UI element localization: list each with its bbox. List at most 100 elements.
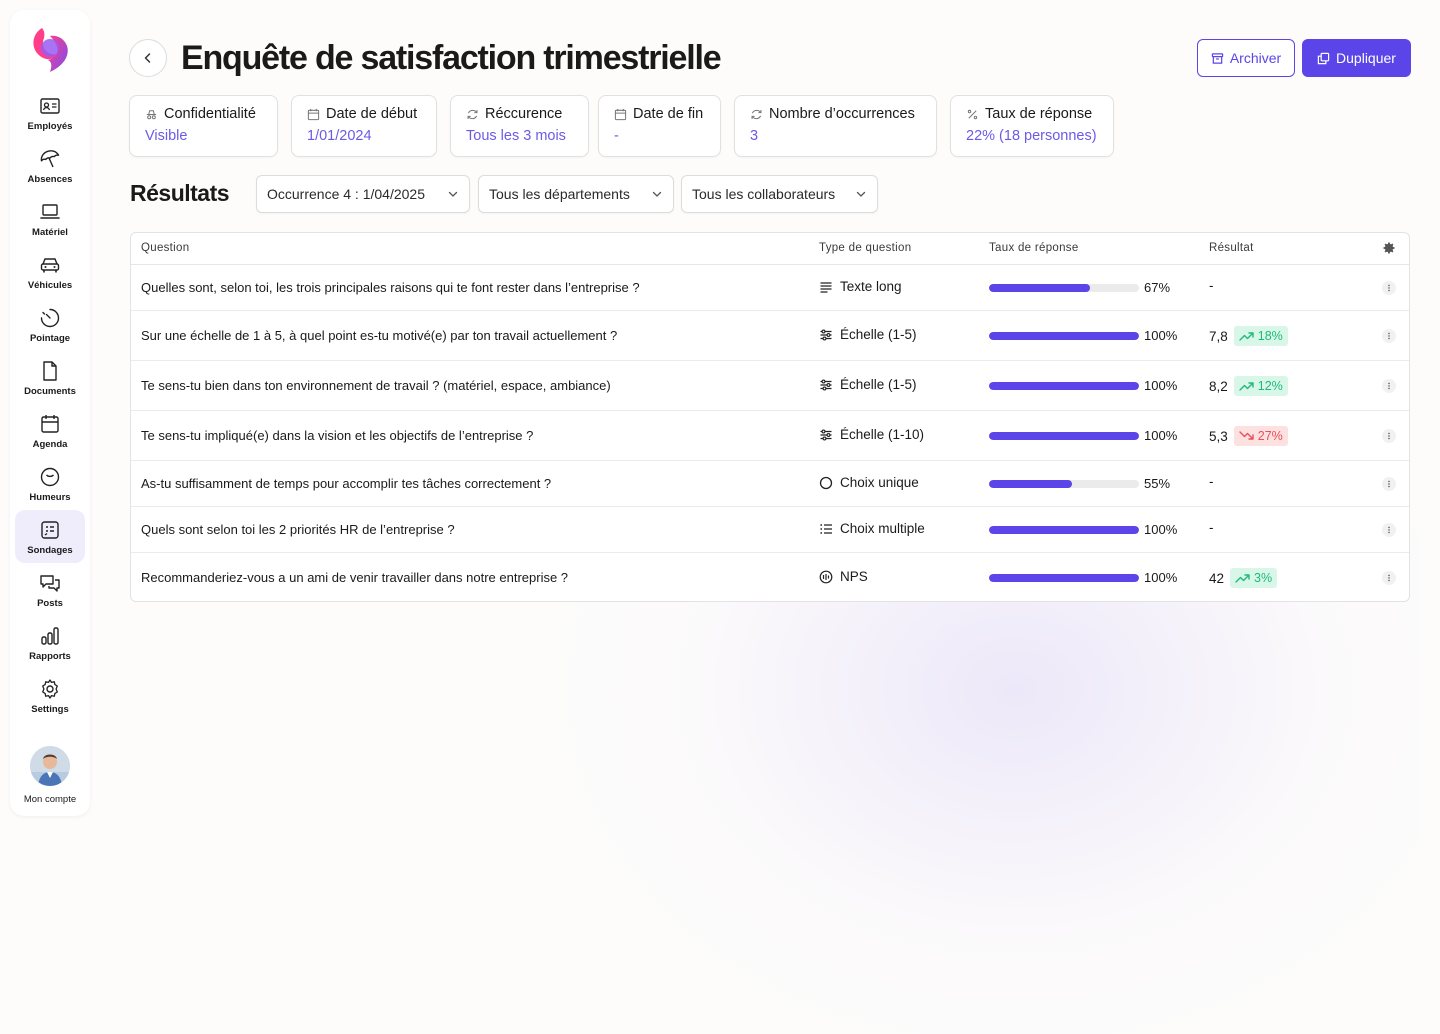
collaborator-select[interactable]: Tous les collaborateurs (681, 175, 878, 213)
trend-badge: 27% (1233, 426, 1288, 446)
row-more-button[interactable] (1382, 477, 1396, 491)
calendar-icon (614, 108, 627, 120)
result-value: 7,8 (1209, 328, 1228, 344)
avatar (30, 746, 70, 786)
table-header: Question Type de question Taux de répons… (131, 233, 1409, 265)
response-rate-value: 55% (1144, 476, 1171, 491)
more-vertical-icon (1388, 284, 1390, 292)
app-logo[interactable] (28, 26, 72, 72)
result-value: 42 (1209, 570, 1225, 586)
sidebar: Employés Absences Matériel Véhicules Pointag… (10, 10, 90, 816)
sliders-icon (820, 379, 832, 390)
gear-icon (42, 678, 58, 699)
list-icon (820, 523, 832, 534)
sidebar-item-label: Rapports (29, 650, 71, 662)
col-rate: Taux de réponse (989, 242, 1079, 254)
sidebar-item-sondages[interactable]: Sondages (15, 510, 85, 563)
response-rate-fill (989, 432, 1139, 440)
results-table: Question Type de question Taux de répons… (130, 232, 1410, 602)
collaborator-select-value: Tous les collaborateurs (692, 186, 836, 202)
question-type-label: Échelle (1-5) (840, 327, 917, 342)
laptop-icon (40, 203, 60, 219)
text-lines-icon (820, 281, 832, 293)
sidebar-item-materiel[interactable]: Matériel (15, 192, 85, 245)
table-row[interactable]: Quels sont selon toi les 2 priorités HR … (131, 507, 1409, 553)
question-type-label: Choix multiple (840, 521, 925, 536)
sidebar-item-label: Humeurs (29, 491, 71, 503)
gear-icon[interactable] (1382, 241, 1396, 255)
department-select-value: Tous les départements (489, 186, 630, 202)
account-menu[interactable]: Mon compte (24, 746, 76, 805)
refresh-icon (751, 109, 762, 119)
info-card-value: - (614, 128, 619, 144)
sidebar-item-absences[interactable]: Absences (15, 139, 85, 192)
response-rate-fill (989, 332, 1139, 340)
info-card-value: 3 (750, 128, 759, 144)
more-vertical-icon (1388, 480, 1390, 488)
chevron-left-icon (144, 53, 151, 63)
question-type: Texte long (819, 279, 902, 294)
sidebar-item-pointage[interactable]: Pointage (15, 298, 85, 351)
sidebar-item-documents[interactable]: Documents (15, 351, 85, 404)
response-rate-value: 100% (1144, 328, 1178, 343)
occurrence-select[interactable]: Occurrence 4 : 1/04/2025 (256, 175, 470, 213)
sidebar-item-humeurs[interactable]: Humeurs (15, 457, 85, 510)
more-vertical-icon (1388, 574, 1390, 582)
chevron-down-icon (856, 191, 866, 197)
chat-icon (40, 574, 60, 592)
more-vertical-icon (1388, 332, 1390, 340)
refresh-icon (467, 109, 478, 119)
duplicate-button[interactable]: Dupliquer (1302, 39, 1411, 77)
response-rate-value: 67% (1144, 280, 1171, 295)
table-row[interactable]: Sur une échelle de 1 à 5, à quel point e… (131, 311, 1409, 361)
response-rate-bar (989, 574, 1139, 582)
response-rate-value: 100% (1144, 428, 1178, 443)
col-question: Question (141, 242, 190, 254)
sidebar-item-settings[interactable]: Settings (15, 669, 85, 722)
sidebar-item-employes[interactable]: Employés (15, 86, 85, 139)
row-more-button[interactable] (1382, 571, 1396, 585)
result-cell: - (1209, 278, 1214, 293)
trend-badge: 12% (1233, 376, 1288, 396)
question-type: Échelle (1-10) (819, 427, 924, 442)
sidebar-item-vehicules[interactable]: Véhicules (15, 245, 85, 298)
sidebar-item-label: Absences (27, 173, 73, 185)
question-type-label: Choix unique (840, 475, 919, 490)
trend-value: 27% (1257, 429, 1283, 443)
table-row[interactable]: Te sens-tu bien dans ton environnement d… (131, 361, 1409, 411)
response-rate-bar (989, 480, 1139, 488)
sidebar-item-rapports[interactable]: Rapports (15, 616, 85, 669)
table-row[interactable]: Te sens-tu impliqué(e) dans la vision et… (131, 411, 1409, 461)
row-more-button[interactable] (1382, 379, 1396, 393)
result-value: 5,3 (1209, 428, 1228, 444)
question-text: Te sens-tu impliqué(e) dans la vision et… (141, 428, 534, 443)
question-type-label: Texte long (840, 279, 902, 294)
sidebar-item-agenda[interactable]: Agenda (15, 404, 85, 457)
trend-value: 12% (1257, 379, 1283, 393)
row-more-button[interactable] (1382, 523, 1396, 537)
trend-up-icon (1239, 382, 1254, 391)
sidebar-item-label: Véhicules (27, 279, 73, 291)
trend-value: 18% (1257, 329, 1283, 343)
sidebar-item-posts[interactable]: Posts (15, 563, 85, 616)
question-type: Choix unique (819, 475, 919, 490)
page-title: Enquête de satisfaction trimestrielle (181, 39, 722, 77)
archive-button[interactable]: Archiver (1197, 39, 1295, 77)
table-row[interactable]: As-tu suffisamment de temps pour accompl… (131, 461, 1409, 507)
department-select[interactable]: Tous les départements (478, 175, 674, 213)
response-rate-bar (989, 526, 1139, 534)
info-card: Date de début 1/01/2024 (291, 95, 437, 157)
row-more-button[interactable] (1382, 329, 1396, 343)
row-more-button[interactable] (1382, 281, 1396, 295)
copy-icon (1317, 52, 1330, 64)
col-result: Résultat (1209, 242, 1254, 254)
back-button[interactable] (129, 39, 167, 77)
response-rate-bar (989, 332, 1139, 340)
row-more-button[interactable] (1382, 429, 1396, 443)
question-type: Échelle (1-5) (819, 327, 917, 342)
response-rate-value: 100% (1144, 522, 1178, 537)
info-card: Date de fin - (598, 95, 721, 157)
table-row[interactable]: Recommanderiez-vous a un ami de venir tr… (131, 553, 1409, 601)
trend-value: 3% (1254, 571, 1273, 585)
table-row[interactable]: Quelles sont, selon toi, les trois princ… (131, 265, 1409, 311)
